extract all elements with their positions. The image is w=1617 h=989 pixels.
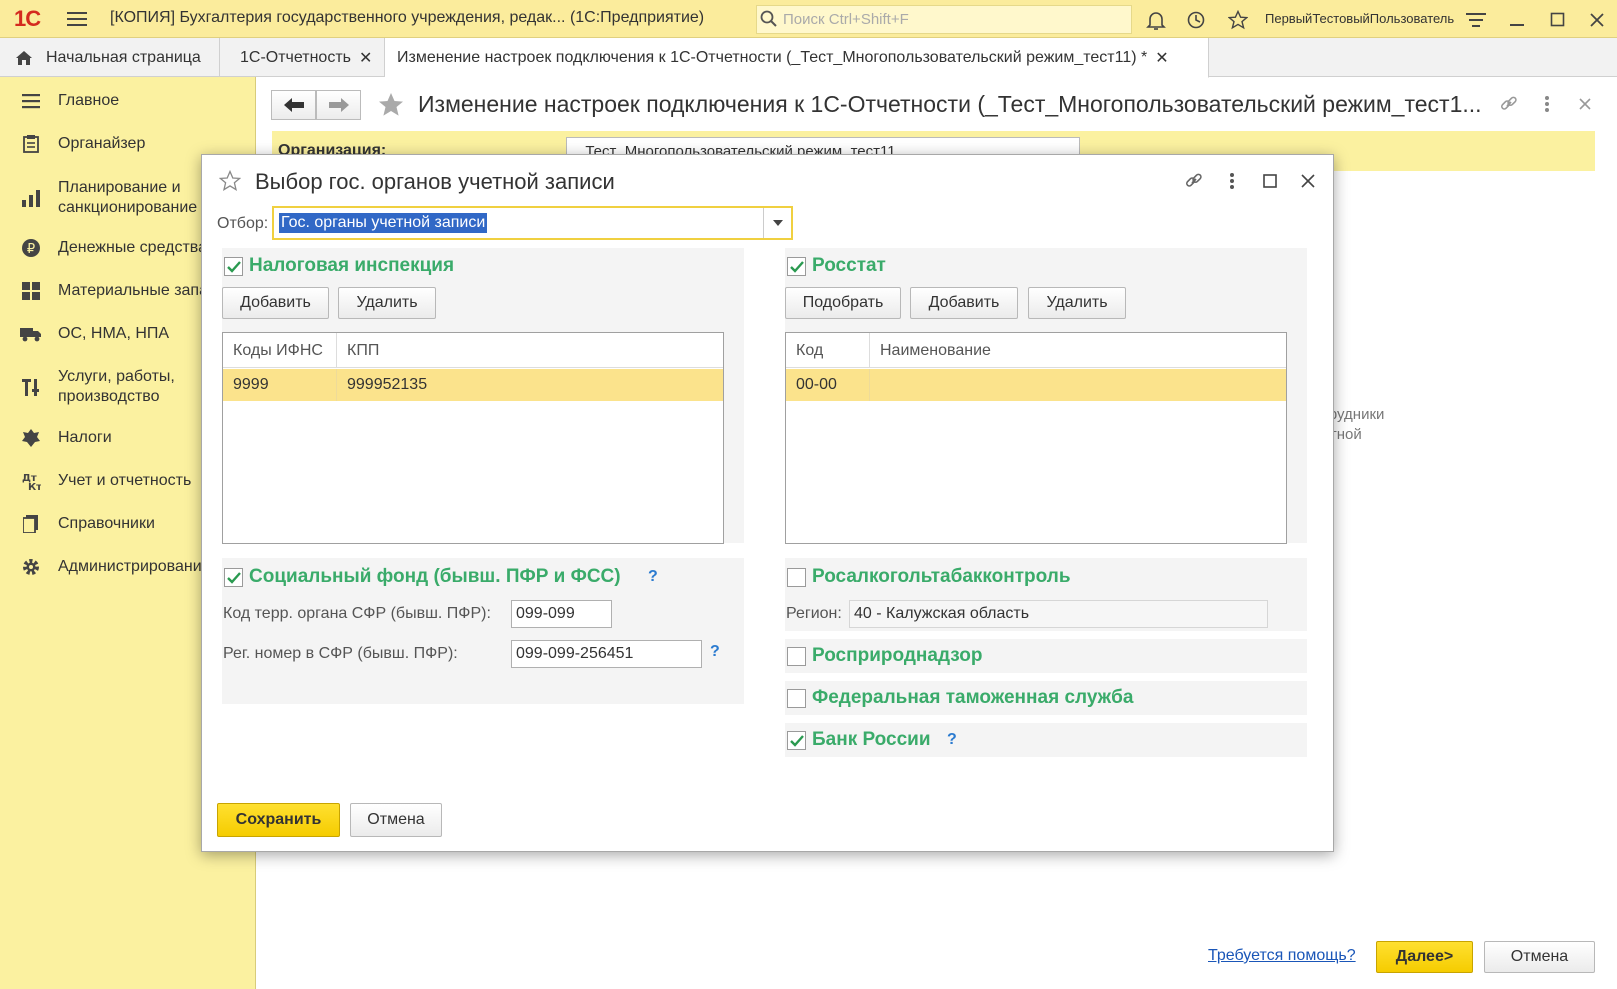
svg-text:Кт: Кт [28, 482, 41, 491]
tax-checkbox[interactable] [224, 257, 243, 276]
main-cancel-button[interactable]: Отмена [1484, 941, 1595, 973]
tax-label: Налоговая инспекция [249, 255, 455, 276]
book-icon [20, 513, 42, 535]
customs-label: Федеральная таможенная служба [812, 687, 1134, 708]
tools-icon [20, 376, 42, 398]
tab-label: Начальная страница [46, 48, 201, 66]
page-title: Изменение настроек подключения к 1С-Отче… [418, 91, 1482, 117]
close-window-icon[interactable] [1585, 8, 1609, 32]
rosstat-label: Росстат [812, 255, 886, 276]
rosstat-checkbox[interactable] [787, 257, 806, 276]
region-label: Регион: [786, 605, 842, 622]
sfr-code-label: Код терр. органа СФР (бывш. ПФР): [223, 605, 491, 622]
rosstat-table[interactable]: Код Наименование 00-00 [785, 332, 1287, 544]
notifications-bell-icon[interactable] [1144, 8, 1168, 32]
tab-home[interactable]: Начальная страница [0, 38, 220, 77]
rosstat-pick-button[interactable]: Подобрать [785, 287, 901, 319]
rosstat-add-button[interactable]: Добавить [910, 287, 1018, 319]
table-cell: 999952135 [337, 369, 723, 401]
sfr-reg-label: Рег. номер в СФР (бывш. ПФР): [223, 645, 458, 662]
bank-checkbox[interactable] [787, 731, 806, 750]
rosstat-delete-button[interactable]: Удалить [1028, 287, 1126, 319]
bank-label: Банк России [812, 729, 931, 750]
organizer-icon [20, 133, 42, 155]
current-user[interactable]: ПервыйТестовыйПользователь [1265, 11, 1454, 26]
main-menu-icon[interactable] [64, 6, 90, 32]
region-input[interactable]: 40 - Калужская область [849, 600, 1268, 628]
sfr-label: Социальный фонд (бывш. ПФР и ФСС) [249, 566, 621, 587]
dialog-cancel-button[interactable]: Отмена [350, 803, 442, 837]
sfr-help-icon[interactable]: ? [648, 568, 658, 586]
form-favorite-star-icon[interactable] [376, 90, 406, 120]
help-link[interactable]: Требуется помощь? [1208, 947, 1356, 965]
filter-select[interactable]: Гос. органы учетной записи [272, 206, 793, 240]
form-link-icon[interactable] [1497, 92, 1521, 116]
tab-1c-reporting[interactable]: 1С-Отчетность ✕ [220, 38, 385, 77]
dialog-maximize-icon[interactable] [1258, 169, 1282, 193]
tab-label: 1С-Отчетность [240, 48, 351, 66]
tab-connection-settings[interactable]: Изменение настроек подключения к 1С-Отче… [385, 38, 1209, 78]
sfr-checkbox[interactable] [224, 568, 243, 587]
gov-agencies-dialog: Выбор гос. органов учетной записи Отбор:… [201, 154, 1334, 852]
filter-label: Отбор: [217, 215, 269, 232]
rospriroda-checkbox[interactable] [787, 647, 806, 666]
grid-icon [20, 280, 42, 302]
minimize-icon[interactable] [1506, 8, 1530, 32]
rospriroda-label: Росприроднадзор [812, 645, 983, 666]
table-cell: 9999 [223, 369, 337, 401]
svg-text:₽: ₽ [27, 242, 35, 257]
filter-value: Гос. органы учетной записи [279, 213, 488, 233]
accounting-icon: Дт Кт [20, 470, 42, 492]
chevron-down-icon[interactable] [763, 208, 791, 238]
sfr-code-input[interactable]: 099-099 [511, 600, 612, 628]
window-title: [КОПИЯ] Бухгалтерия государственного учр… [110, 9, 705, 26]
form-more-icon[interactable] [1535, 92, 1559, 116]
ruble-icon: ₽ [20, 237, 42, 259]
column-header[interactable]: Коды ИФНС [223, 333, 337, 368]
nav-forward-button[interactable] [316, 90, 361, 120]
bank-help-icon[interactable]: ? [947, 731, 957, 749]
tab-label: Изменение настроек подключения к 1С-Отче… [397, 48, 1148, 66]
dialog-title: Выбор гос. органов учетной записи [255, 169, 615, 194]
table-cell [870, 369, 1286, 401]
emblem-icon [20, 427, 42, 449]
home-icon [14, 48, 34, 68]
menu-icon [20, 90, 42, 112]
rosalko-label: Росалкогольтабакконтроль [812, 566, 1071, 587]
dialog-favorite-star-icon[interactable] [218, 169, 242, 193]
history-icon[interactable] [1184, 8, 1208, 32]
favorites-star-icon[interactable] [1226, 8, 1250, 32]
tax-add-button[interactable]: Добавить [222, 287, 329, 319]
table-cell: 00-00 [786, 369, 870, 401]
form-close-icon[interactable] [1573, 92, 1597, 116]
sfr-reg-input[interactable]: 099-099-256451 [511, 640, 702, 668]
maximize-icon[interactable] [1546, 8, 1570, 32]
column-header[interactable]: Код [786, 333, 870, 368]
rosalko-checkbox[interactable] [787, 568, 806, 587]
dialog-link-icon[interactable] [1182, 169, 1206, 193]
tab-close-icon[interactable]: ✕ [1155, 48, 1168, 68]
save-button[interactable]: Сохранить [217, 803, 340, 837]
settings-list-icon[interactable] [1464, 8, 1488, 32]
dialog-close-icon[interactable] [1296, 169, 1320, 193]
nav-back-button[interactable] [271, 90, 316, 120]
dialog-more-icon[interactable] [1220, 169, 1244, 193]
tax-delete-button[interactable]: Удалить [338, 287, 436, 319]
next-button[interactable]: Далее> [1376, 941, 1473, 973]
column-header[interactable]: Наименование [870, 333, 1286, 368]
gear-icon [20, 556, 42, 578]
global-search-input[interactable]: Поиск Ctrl+Shift+F [756, 5, 1132, 34]
app-logo: 1С [14, 6, 41, 31]
customs-checkbox[interactable] [787, 689, 806, 708]
column-header[interactable]: КПП [337, 333, 723, 368]
planning-icon [20, 187, 42, 209]
tax-table[interactable]: Коды ИФНС КПП 9999 999952135 [222, 332, 724, 544]
truck-icon [20, 323, 42, 345]
sfr-reg-help-icon[interactable]: ? [710, 643, 720, 661]
sidebar-item-main[interactable]: Главное [0, 88, 256, 114]
search-icon [760, 10, 778, 28]
tab-close-icon[interactable]: ✕ [359, 48, 372, 68]
